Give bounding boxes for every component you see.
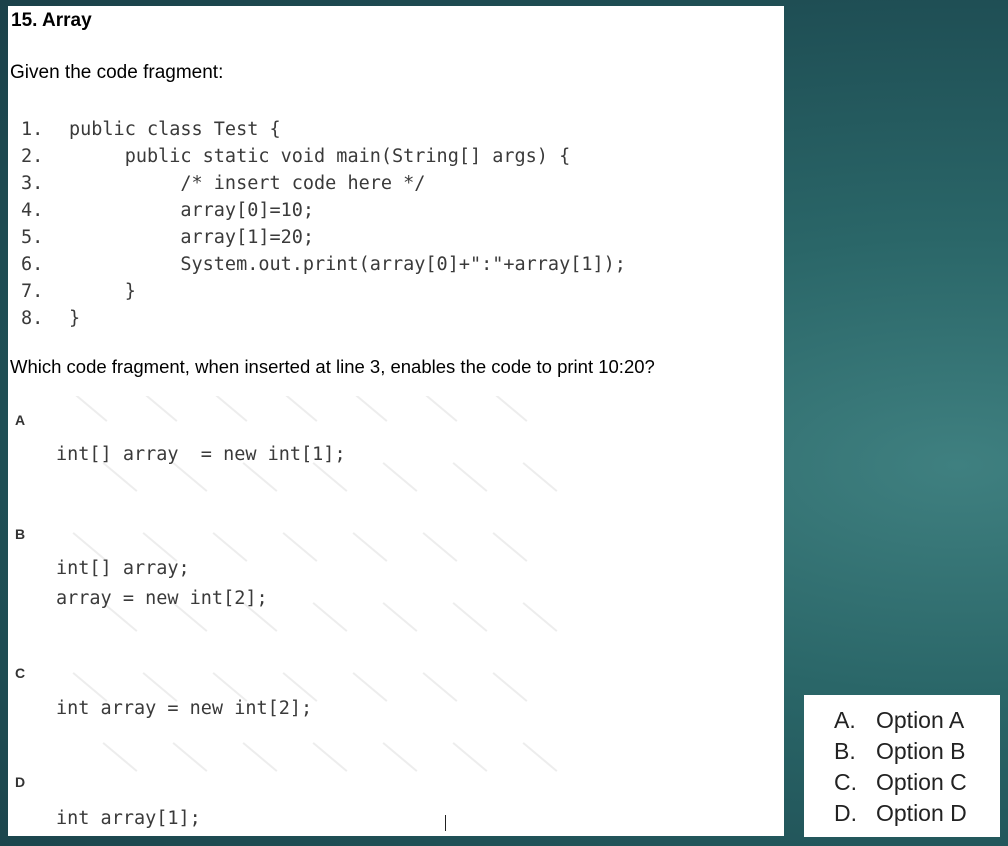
code-text: public static void main(String[] args) { bbox=[69, 146, 571, 167]
code-line: 2. public static void main(String[] args… bbox=[21, 143, 626, 170]
answer-option-a[interactable]: A. Option A bbox=[834, 705, 967, 736]
watermark-mark bbox=[352, 396, 388, 422]
watermark-mark bbox=[452, 462, 488, 492]
answer-choices-box: A. Option A B. Option B C. Option C D. Optio… bbox=[804, 695, 1000, 837]
answer-label: Option C bbox=[876, 769, 967, 795]
code-line: 1. public class Test { bbox=[21, 116, 626, 143]
answer-option-b[interactable]: B. Option B bbox=[834, 736, 967, 767]
answer-option-d[interactable]: D. Option D bbox=[834, 798, 967, 829]
code-line: 3. /* insert code here */ bbox=[21, 170, 626, 197]
watermark-mark bbox=[522, 462, 558, 492]
option-d-letter: D bbox=[15, 774, 26, 790]
watermark-mark bbox=[422, 672, 458, 702]
watermark-mark bbox=[312, 602, 348, 632]
watermark-mark bbox=[452, 742, 488, 772]
option-code-line: int array = new int[2]; bbox=[56, 698, 313, 719]
answer-label: Option A bbox=[876, 707, 965, 733]
watermark-mark bbox=[142, 396, 178, 422]
watermark-mark bbox=[382, 462, 418, 492]
watermark-mark bbox=[382, 742, 418, 772]
answer-letter: A. bbox=[834, 707, 856, 733]
watermark-mark bbox=[102, 742, 138, 772]
watermark-mark bbox=[522, 742, 558, 772]
watermark-mark bbox=[422, 396, 458, 422]
text-cursor bbox=[445, 815, 446, 831]
watermark-mark bbox=[242, 742, 278, 772]
code-line: 8.} bbox=[21, 305, 626, 332]
watermark-mark bbox=[282, 532, 318, 562]
watermark-mark bbox=[72, 396, 108, 422]
code-text: array[1]=20; bbox=[69, 227, 315, 248]
answer-letter: D. bbox=[834, 800, 857, 826]
option-d-code: int array[1]; bbox=[56, 804, 201, 834]
code-text: public class Test { bbox=[69, 119, 281, 140]
answer-label: Option D bbox=[876, 800, 967, 826]
option-code-line: array = new int[2]; bbox=[56, 588, 268, 609]
question-intro: Given the code fragment: bbox=[10, 62, 224, 83]
watermark-mark bbox=[352, 532, 388, 562]
watermark-mark bbox=[492, 396, 528, 422]
question-panel: 15. Array Given the code fragment: 1. pub… bbox=[8, 6, 784, 836]
watermark-mark bbox=[172, 742, 208, 772]
line-number: 1. bbox=[21, 119, 44, 140]
line-number: 8. bbox=[21, 308, 44, 329]
option-code-line: int array[1]; bbox=[56, 808, 201, 829]
option-c-letter: C bbox=[15, 665, 26, 681]
watermark-mark bbox=[282, 396, 318, 422]
code-text: } bbox=[69, 281, 136, 302]
code-line: 5. array[1]=20; bbox=[21, 224, 626, 251]
code-line: 4. array[0]=10; bbox=[21, 197, 626, 224]
code-text: array[0]=10; bbox=[69, 200, 315, 221]
code-text: } bbox=[69, 308, 81, 329]
option-b-code: int[] array; array = new int[2]; bbox=[56, 554, 268, 614]
watermark-mark bbox=[422, 532, 458, 562]
code-line: 6. System.out.print(array[0]+":"+array[1… bbox=[21, 251, 626, 278]
watermark-mark bbox=[492, 532, 528, 562]
answer-letter: B. bbox=[834, 738, 856, 764]
line-number: 4. bbox=[21, 200, 44, 221]
watermark-mark bbox=[212, 396, 248, 422]
answer-label: Option B bbox=[876, 738, 966, 764]
option-a-code: int[] array = new int[1]; bbox=[56, 440, 346, 470]
line-number: 3. bbox=[21, 173, 44, 194]
code-text: /* insert code here */ bbox=[69, 173, 426, 194]
line-number: 2. bbox=[21, 146, 44, 167]
watermark-mark bbox=[522, 602, 558, 632]
option-b-letter: B bbox=[15, 526, 26, 542]
watermark-mark bbox=[492, 672, 528, 702]
answer-option-c[interactable]: C. Option C bbox=[834, 767, 967, 798]
answer-list: A. Option A B. Option B C. Option C D. Optio… bbox=[834, 705, 967, 829]
watermark-mark bbox=[352, 672, 388, 702]
line-number: 5. bbox=[21, 227, 44, 248]
option-a-letter: A bbox=[15, 412, 26, 428]
line-number: 7. bbox=[21, 281, 44, 302]
watermark-mark bbox=[382, 602, 418, 632]
option-c-code: int array = new int[2]; bbox=[56, 694, 312, 724]
question-prompt: Which code fragment, when inserted at li… bbox=[10, 356, 655, 377]
watermark-mark bbox=[452, 602, 488, 632]
answer-letter: C. bbox=[834, 769, 857, 795]
watermark-mark bbox=[312, 742, 348, 772]
option-code-line: int[] array; bbox=[56, 558, 190, 579]
question-title: 15. Array bbox=[11, 10, 92, 31]
code-text: System.out.print(array[0]+":"+array[1]); bbox=[69, 254, 626, 275]
code-fragment: 1. public class Test { 2. public static vo… bbox=[21, 116, 626, 332]
line-number: 6. bbox=[21, 254, 44, 275]
option-code-line: int[] array = new int[1]; bbox=[56, 444, 346, 465]
code-line: 7. } bbox=[21, 278, 626, 305]
